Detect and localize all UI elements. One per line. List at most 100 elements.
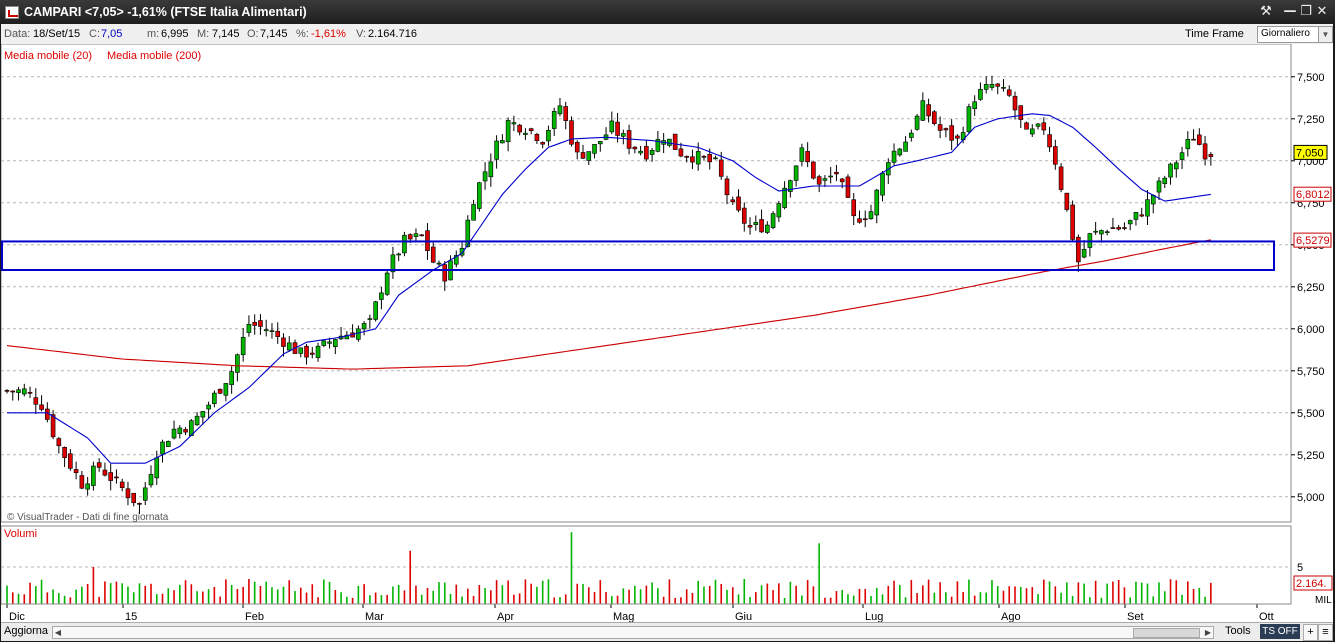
candle-down [430,246,436,263]
refresh-button[interactable]: Aggiorna [4,625,48,637]
candle-up [972,101,977,109]
title-bar: CAMPARI <7,05> -1,61% (FTSE Italia Alime… [0,0,1335,24]
dropdown-arrow-icon[interactable]: ▼ [1318,27,1332,42]
candle-down [834,171,839,175]
candle-down [615,121,620,136]
candle-down [1047,134,1052,148]
close-button[interactable]: ✕ [1313,3,1331,21]
candle-down [690,156,695,163]
scroll-right-icon[interactable]: ▶ [1203,627,1213,638]
candle-down [534,134,540,141]
candle-up [494,140,499,160]
y-tick-label: 7,250 [1297,114,1325,126]
candle-up [822,178,828,181]
open-label: O: [247,28,259,40]
candle-down [1208,154,1214,157]
candle-up [920,100,926,121]
x-tick-label: Feb [245,611,264,622]
tools-button[interactable]: Tools [1225,625,1251,637]
candle-up [206,404,211,410]
candle-up [523,132,528,135]
candle-down [811,161,816,179]
candle-down [741,207,747,224]
candle-up [1185,138,1191,150]
candle-up [649,149,655,155]
candle-down [39,404,44,410]
candle-up [165,441,171,447]
ma-value-tag: 6,5279 [1296,235,1330,247]
candle-down [574,141,580,153]
candle-up [361,323,367,330]
close-value: 7,05 [101,28,123,40]
candle-down [1202,143,1208,160]
volume-label: V: [356,28,366,40]
candle-up [240,336,246,356]
candle-up [592,144,597,154]
y-tick-label: 5,750 [1297,366,1325,378]
date-label: Data: [4,28,31,40]
candle-down [33,397,39,405]
candle-up [868,211,874,220]
candle-down [528,128,534,132]
pct-value: -1,61% [311,28,346,40]
y-tick-label: 6,000 [1297,324,1325,336]
tools-wrench-icon[interactable]: ⚒ [1257,3,1275,21]
scroll-left-icon[interactable]: ◀ [53,627,63,638]
candle-up [978,89,983,100]
candle-up [298,347,304,354]
candle-up [1029,128,1035,135]
candle-down [419,234,425,237]
ts-off-button[interactable]: TS OFF [1260,624,1300,639]
candle-up [897,148,903,156]
candle-down [684,156,689,158]
price-chart[interactable]: 7,5007,2507,0006,7506,5006,2506,0005,750… [1,44,1333,622]
candle-up [546,129,551,142]
candle-down [407,234,413,240]
candle-up [966,106,972,133]
price-tag: 6,5279 [1293,232,1332,248]
candle-up [1150,195,1156,205]
candle-down [258,320,263,327]
candle-down [955,135,960,139]
candle-up [223,383,229,396]
candle-up [621,133,626,137]
candle-down [309,352,315,355]
candle-up [586,151,592,161]
time-frame-select[interactable]: Giornaliero ▼ [1257,26,1333,43]
candle-down [839,178,845,183]
candle-down [1116,227,1121,230]
candle-down [108,472,113,481]
scroll-thumb[interactable] [1133,628,1200,638]
candle-down [672,133,678,150]
candle-down [569,120,574,145]
x-tick-label: Lug [865,611,883,622]
candle-down [932,111,937,124]
window-title: CAMPARI <7,05> -1,61% (FTSE Italia Alime… [24,5,307,19]
candle-up [229,371,234,385]
chart-window: CAMPARI <7,05> -1,61% (FTSE Italia Alime… [0,0,1335,642]
candle-up [142,487,148,501]
y-tick-label: 6,250 [1297,282,1325,294]
low-value: 6,995 [161,28,189,40]
candle-down [252,321,257,326]
candle-up [413,233,419,237]
candle-down [759,219,764,233]
candle-down [131,492,137,504]
x-tick-label: Ago [1001,611,1021,622]
candle-down [1197,134,1202,145]
candle-up [154,457,160,479]
candle-up [21,388,27,395]
candle-down [1018,105,1024,120]
x-tick-label: Set [1127,611,1144,622]
candle-down [845,176,851,198]
current-price-tag: 7,050 [1296,147,1324,159]
menu-icon[interactable]: ≡ [1318,624,1333,641]
candle-up [1081,248,1087,258]
candle-down [644,146,649,160]
candle-up [200,411,206,418]
chart-scrollbar[interactable]: ◀ ▶ [52,626,1214,639]
candle-up [903,141,908,152]
candle-up [909,132,914,138]
add-button[interactable]: + [1303,624,1318,641]
candle-up [1133,212,1139,220]
